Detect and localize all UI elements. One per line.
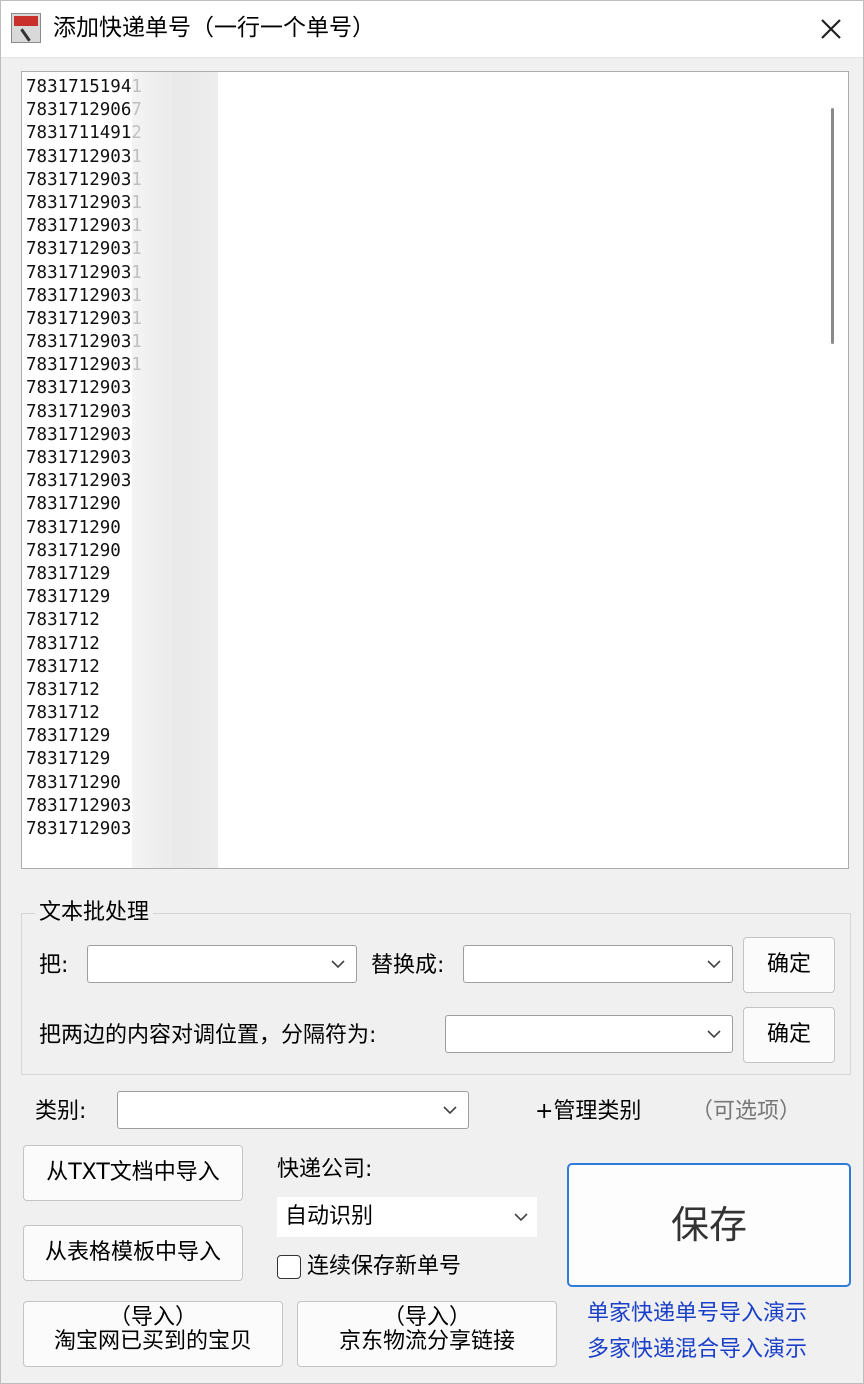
import-taobao-button[interactable]: （导入） 淘宝网已买到的宝贝 bbox=[23, 1301, 283, 1367]
import-txt-button[interactable]: 从TXT文档中导入 bbox=[23, 1145, 243, 1201]
single-courier-demo-link[interactable]: 单家快递单号导入演示 bbox=[587, 1299, 807, 1329]
continuous-save-label: 连续保存新单号 bbox=[307, 1254, 462, 1279]
tracking-number-line: 7831712903 bbox=[26, 424, 132, 445]
replace-from-select[interactable] bbox=[87, 945, 357, 983]
tracking-number-line: 78317129067 bbox=[26, 100, 142, 121]
window-title: 添加快递单号（一行一个单号） bbox=[53, 15, 375, 41]
chevron-down-icon bbox=[442, 1102, 458, 1122]
import-jd-tag: （导入） bbox=[382, 1305, 471, 1330]
tracking-number-line: 78317129031 bbox=[26, 355, 142, 376]
tracking-number-line: 78317114912 bbox=[26, 123, 142, 144]
tracking-number-line: 7831712 bbox=[26, 679, 100, 700]
add-tracking-window: 添加快递单号（一行一个单号） 78317151941 78317129067 783… bbox=[0, 0, 864, 1384]
privacy-blur-inner bbox=[172, 72, 218, 868]
scrollbar-thumb[interactable] bbox=[831, 108, 834, 344]
category-label: 类别: bbox=[35, 1099, 87, 1124]
replace-confirm-button[interactable]: 确定 bbox=[743, 937, 835, 993]
tracking-number-line: 78317129 bbox=[26, 587, 111, 608]
tracking-number-line: 7831712 bbox=[26, 656, 100, 677]
tracking-number-line: 78317129031 bbox=[26, 239, 142, 260]
tracking-number-line: 78317129 bbox=[26, 726, 111, 747]
import-taobao-label: 淘宝网已买到的宝贝 bbox=[53, 1329, 252, 1354]
courier-label: 快递公司: bbox=[277, 1157, 373, 1182]
tracking-number-line: 78317129031 bbox=[26, 216, 142, 237]
mixed-courier-demo-link[interactable]: 多家快递混合导入演示 bbox=[587, 1335, 807, 1365]
import-excel-button[interactable]: 从表格模板中导入 bbox=[23, 1225, 243, 1281]
batch-processing-title: 文本批处理 bbox=[35, 899, 154, 927]
import-jd-label: 京东物流分享链接 bbox=[338, 1329, 515, 1354]
chevron-down-icon bbox=[706, 956, 722, 976]
chevron-down-icon bbox=[706, 1026, 722, 1046]
tracking-number-line: 7831712903 bbox=[26, 795, 132, 816]
import-taobao-tag: （导入） bbox=[108, 1305, 197, 1330]
tracking-number-line: 783171290 bbox=[26, 772, 121, 793]
tracking-number-line: 78317129031 bbox=[26, 308, 142, 329]
chevron-down-icon bbox=[330, 956, 346, 976]
replace-to-label: 替换成: bbox=[371, 953, 445, 978]
tracking-number-line: 78317129031 bbox=[26, 332, 142, 353]
tracking-number-line: 78317129 bbox=[26, 563, 111, 584]
tracking-number-line: 78317129 bbox=[26, 749, 111, 770]
tracking-number-line: 7831712903 bbox=[26, 471, 132, 492]
category-select[interactable] bbox=[117, 1091, 469, 1129]
swap-confirm-button[interactable]: 确定 bbox=[743, 1007, 835, 1063]
tracking-number-line: 783171290 bbox=[26, 494, 121, 515]
import-jd-button[interactable]: （导入） 京东物流分享链接 bbox=[297, 1301, 557, 1367]
replace-to-select[interactable] bbox=[463, 945, 733, 983]
tracking-number-line: 78317129031 bbox=[26, 192, 142, 213]
courier-select[interactable]: 自动识别 bbox=[277, 1197, 537, 1237]
tracking-number-line: 7831712 bbox=[26, 633, 100, 654]
tracking-number-line: 7831712903 bbox=[26, 819, 132, 839]
manage-category-link[interactable]: +管理类别 bbox=[535, 1097, 641, 1127]
title-bar: 添加快递单号（一行一个单号） bbox=[1, 1, 863, 58]
replace-from-label: 把: bbox=[39, 953, 69, 978]
continuous-save-checkbox[interactable] bbox=[277, 1255, 301, 1279]
tracking-number-line: 78317129031 bbox=[26, 146, 142, 167]
tracking-number-line: 7831712 bbox=[26, 703, 100, 724]
swap-separator-select[interactable] bbox=[445, 1015, 733, 1053]
tracking-number-line: 7831712903 bbox=[26, 448, 132, 468]
tracking-number-line: 78317129031 bbox=[26, 169, 142, 190]
tracking-number-line: 7831712903 bbox=[26, 401, 132, 422]
tracking-number-list: 78317151941 78317129067 78317114912 7831712… bbox=[26, 76, 142, 841]
tracking-number-line: 783171290 bbox=[26, 540, 121, 561]
tracking-number-textarea[interactable]: 78317151941 78317129067 78317114912 7831712… bbox=[21, 71, 849, 869]
tracking-number-line: 7831712 bbox=[26, 610, 100, 631]
tracking-number-line: 78317151941 bbox=[26, 77, 142, 97]
optional-hint: （可选项） bbox=[691, 1099, 802, 1124]
swap-label: 把两边的内容对调位置，分隔符为: bbox=[39, 1023, 377, 1048]
tracking-number-line: 783171290 bbox=[26, 517, 121, 538]
tracking-number-line: 78317129031 bbox=[26, 285, 142, 306]
tracking-number-line: 7831712903 bbox=[26, 378, 132, 399]
tracking-number-line: 78317129031 bbox=[26, 262, 142, 283]
app-icon bbox=[11, 13, 41, 43]
courier-value: 自动识别 bbox=[285, 1204, 374, 1229]
save-button[interactable]: 保存 bbox=[567, 1163, 851, 1287]
close-icon[interactable] bbox=[813, 11, 849, 47]
chevron-down-icon bbox=[513, 1209, 529, 1229]
